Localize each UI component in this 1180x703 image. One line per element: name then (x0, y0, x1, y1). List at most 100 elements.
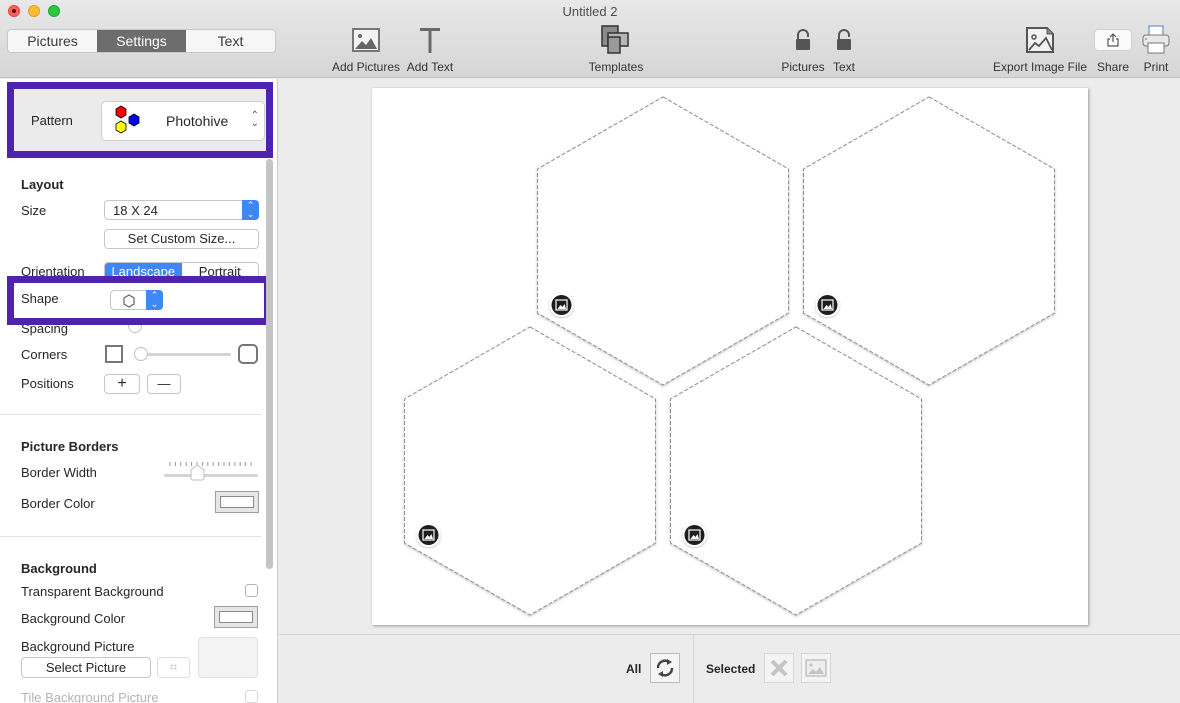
hexagon-icon (123, 294, 135, 308)
remove-position-button[interactable]: — (147, 374, 181, 394)
lock-pictures-button[interactable]: Pictures (780, 24, 826, 74)
crop-button[interactable]: ⌗ (157, 657, 190, 678)
hexagon-cell-outline (803, 96, 1055, 386)
add-pictures-label: Add Pictures (331, 60, 401, 74)
add-picture-to-cell-button[interactable] (815, 293, 840, 317)
pattern-label: Pattern (31, 113, 73, 128)
lock-pictures-label: Pictures (781, 60, 825, 74)
section-divider (0, 536, 261, 537)
add-picture-to-cell-button[interactable] (682, 523, 707, 547)
size-label: Size (21, 203, 47, 218)
share-icon (1094, 24, 1132, 56)
crop-icon: ⌗ (169, 659, 178, 674)
share-label: Share (1096, 60, 1130, 74)
pattern-highlight: Pattern Photohive ⌃ ⌄ (7, 82, 273, 158)
hexagon-cell-outline (404, 326, 656, 616)
sidebar-scrollbar[interactable] (266, 159, 273, 569)
title-bar: Untitled 2 Pictures Settings Text Add Pi… (0, 0, 1180, 78)
picture-cell[interactable] (803, 96, 1055, 386)
tab-pictures[interactable]: Pictures (8, 30, 97, 52)
templates-label: Templates (588, 60, 644, 74)
set-custom-size-button[interactable]: Set Custom Size... (104, 229, 259, 249)
corners-label: Corners (21, 347, 68, 362)
picture-cell[interactable] (537, 96, 789, 386)
export-image-icon (992, 24, 1088, 56)
replace-picture-button[interactable] (801, 653, 831, 683)
hexagon-cell-outline (670, 326, 922, 616)
add-picture-to-cell-button[interactable] (416, 523, 441, 547)
text-t-icon (405, 24, 455, 56)
add-picture-to-cell-button[interactable] (549, 293, 574, 317)
lock-text-label: Text (832, 60, 855, 74)
shape-select[interactable]: ⌃ ⌄ (110, 290, 163, 310)
select-picture-button[interactable]: Select Picture (21, 657, 151, 678)
tile-background-checkbox[interactable] (245, 690, 258, 703)
canvas-area (279, 79, 1180, 634)
corners-slider-knob[interactable] (134, 347, 148, 361)
background-color-well[interactable] (214, 606, 258, 628)
mode-tabs: Pictures Settings Text (7, 29, 276, 53)
unlocked-icon (780, 24, 826, 56)
border-width-slider[interactable] (164, 461, 258, 483)
add-text-button[interactable]: Add Text (405, 24, 455, 74)
print-button[interactable]: Print (1140, 24, 1172, 74)
square-corners-icon (105, 345, 123, 363)
section-divider (0, 414, 261, 415)
hexagon-cell-outline (537, 96, 789, 386)
selected-label: Selected (706, 662, 756, 676)
templates-button[interactable]: Templates (586, 24, 646, 74)
background-picture-label: Background Picture (21, 639, 135, 654)
stepper-chevrons-icon: ⌃ ⌄ (242, 200, 259, 220)
delete-x-icon (770, 659, 788, 677)
picture-cell[interactable] (404, 326, 656, 616)
picture-icon (331, 24, 401, 56)
pattern-value: Photohive (166, 113, 229, 129)
size-value: 18 X 24 (113, 203, 158, 218)
border-color-label: Border Color (21, 496, 95, 511)
border-color-well[interactable] (215, 491, 259, 513)
background-color-label: Background Color (21, 611, 126, 626)
transparent-background-checkbox[interactable] (245, 584, 258, 597)
shape-label: Shape (21, 291, 59, 306)
add-pictures-button[interactable]: Add Pictures (331, 24, 401, 74)
tab-settings[interactable]: Settings (97, 30, 186, 52)
unlocked-icon (829, 24, 859, 56)
transparent-background-label: Transparent Background (21, 584, 164, 599)
remove-selected-button[interactable] (764, 653, 794, 683)
templates-icon (586, 24, 646, 56)
pattern-select[interactable]: Photohive ⌃ ⌄ (101, 101, 265, 141)
tile-background-label: Tile Background Picture (21, 690, 159, 703)
rounded-corners-icon (238, 344, 258, 364)
stepper-chevrons-icon: ⌃ ⌄ (146, 290, 163, 310)
size-select[interactable]: 18 X 24 ⌃ ⌄ (104, 200, 259, 220)
share-button[interactable]: Share (1094, 24, 1132, 74)
add-text-label: Add Text (406, 60, 454, 74)
border-width-slider-knob (190, 464, 205, 481)
corners-slider-track[interactable] (136, 353, 231, 356)
background-title: Background (21, 561, 97, 576)
border-width-label: Border Width (21, 465, 97, 480)
print-label: Print (1143, 60, 1169, 74)
bottom-separator (693, 635, 694, 703)
lock-text-button[interactable]: Text (829, 24, 859, 74)
stepper-chevrons-icon: ⌃ ⌄ (250, 110, 259, 129)
picture-icon (805, 659, 827, 677)
settings-sidebar: Pattern Photohive ⌃ ⌄ Layout Size 18 X 24… (0, 79, 278, 703)
layout-title: Layout (21, 177, 64, 192)
collage-page[interactable] (372, 88, 1088, 625)
picture-borders-title: Picture Borders (21, 439, 119, 454)
hex-layout (404, 96, 1055, 616)
all-label: All (626, 662, 642, 676)
picture-cell[interactable] (670, 326, 922, 616)
refresh-icon (656, 659, 674, 677)
add-position-button[interactable]: + (104, 374, 140, 394)
bottom-bar: All Selected (279, 634, 1180, 703)
shuffle-all-button[interactable] (650, 653, 680, 683)
background-picture-well[interactable] (198, 637, 258, 678)
printer-icon (1140, 24, 1172, 56)
export-image-button[interactable]: Export Image File (992, 24, 1088, 74)
window-title: Untitled 2 (562, 4, 618, 19)
photohive-pattern-icon (115, 105, 140, 134)
tab-text[interactable]: Text (186, 30, 275, 52)
positions-label: Positions (21, 376, 74, 391)
